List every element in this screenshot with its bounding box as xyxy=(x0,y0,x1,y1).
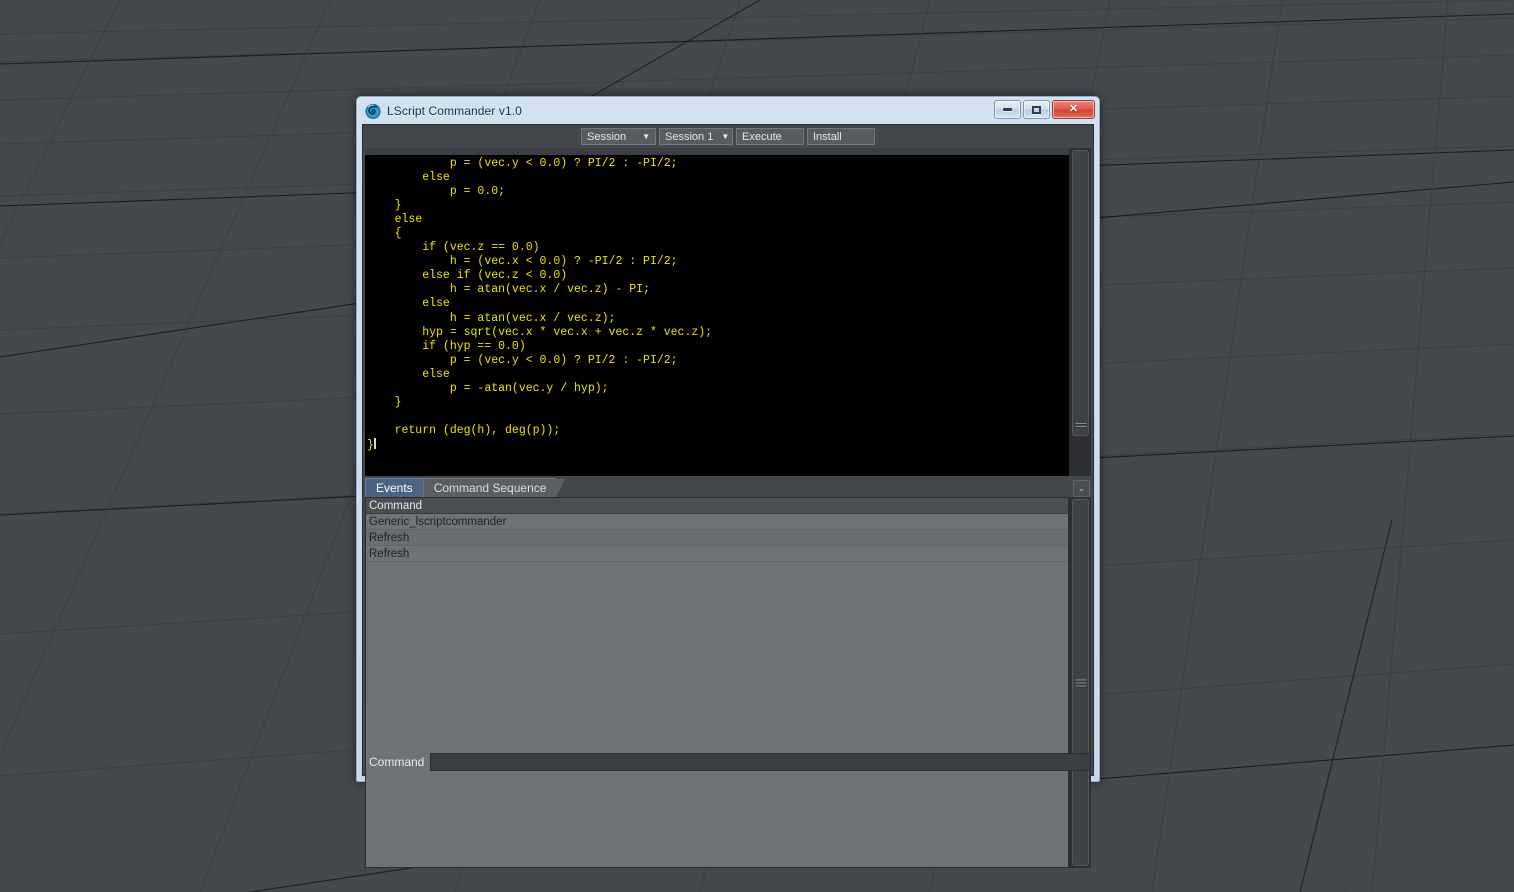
script-source-text[interactable]: p = (vec.y < 0.0) ? PI/2 : -PI/2; else p… xyxy=(365,155,1069,453)
minimize-icon xyxy=(995,101,1020,118)
cell-command: Refresh xyxy=(369,531,410,544)
tab-strip: Events Command Sequence ⌄ xyxy=(365,477,1091,497)
table-row[interactable]: Generic_lscriptcommander xyxy=(366,514,1068,530)
column-header-command: Command xyxy=(369,499,423,512)
script-editor[interactable]: p = (vec.y < 0.0) ? PI/2 : -PI/2; else p… xyxy=(365,148,1069,476)
event-list-scrollbar-track[interactable] xyxy=(1072,499,1089,866)
install-button-label: Install xyxy=(813,130,842,143)
command-bar: Command xyxy=(365,751,1091,773)
session-number-dropdown-value: Session 1 xyxy=(665,130,714,143)
tab-strip-edge xyxy=(556,479,566,497)
session-number-dropdown[interactable]: Session 1 ▼ xyxy=(659,128,733,145)
command-input[interactable] xyxy=(430,753,1091,771)
editor-vertical-scrollbar[interactable] xyxy=(1069,148,1091,476)
event-list-header[interactable]: Command xyxy=(366,498,1068,514)
text-caret xyxy=(373,437,376,449)
scrollbar-grip-icon xyxy=(1075,677,1086,688)
chevron-down-icon: ▼ xyxy=(721,131,730,141)
tab-command-sequence-label: Command Sequence xyxy=(433,481,547,495)
maximize-icon xyxy=(1024,101,1049,118)
scrollbar-grip-icon xyxy=(1075,421,1086,429)
tab-events[interactable]: Events xyxy=(365,478,423,497)
toolbar: Session ▼ Session 1 ▼ Execute Install xyxy=(363,125,1093,148)
execute-button-label: Execute xyxy=(742,130,782,143)
event-list[interactable]: Command Generic_lscriptcommander Refresh… xyxy=(365,497,1069,868)
command-input-label: Command xyxy=(369,755,425,769)
event-list-region: Command Generic_lscriptcommander Refresh… xyxy=(365,497,1091,868)
chevron-down-icon: ▼ xyxy=(642,131,650,141)
lscript-app-icon xyxy=(365,103,381,119)
tab-events-label: Events xyxy=(376,481,413,495)
editor-scrollbar-thumb[interactable] xyxy=(1072,150,1089,436)
table-row[interactable]: Refresh xyxy=(366,546,1068,562)
minimize-button[interactable] xyxy=(994,100,1021,119)
window-client-area: Session ▼ Session 1 ▼ Execute Install p … xyxy=(362,124,1094,868)
lscript-commander-window[interactable]: LScript Commander v1.0 ✕ Session ▼ Sessi… xyxy=(356,96,1100,868)
editor-scrollbar-track[interactable] xyxy=(1072,150,1089,474)
tab-command-sequence[interactable]: Command Sequence xyxy=(422,478,557,497)
script-editor-region: p = (vec.y < 0.0) ? PI/2 : -PI/2; else p… xyxy=(365,148,1091,476)
install-button[interactable]: Install xyxy=(807,128,875,145)
tab-overflow-chevron-down-icon[interactable]: ⌄ xyxy=(1073,480,1090,497)
maximize-button[interactable] xyxy=(1023,100,1050,119)
close-button[interactable]: ✕ xyxy=(1052,100,1095,119)
close-icon: ✕ xyxy=(1068,103,1079,115)
session-dropdown[interactable]: Session ▼ xyxy=(581,128,656,145)
window-controls[interactable]: ✕ xyxy=(994,100,1095,119)
execute-button[interactable]: Execute xyxy=(736,128,804,145)
event-list-scrollbar-thumb[interactable] xyxy=(1072,499,1089,866)
table-row[interactable]: Refresh xyxy=(366,530,1068,546)
window-title: LScript Commander v1.0 xyxy=(387,103,522,118)
session-dropdown-value: Session xyxy=(587,130,627,143)
cell-command: Refresh xyxy=(369,547,410,560)
event-list-vertical-scrollbar[interactable] xyxy=(1069,497,1091,868)
window-titlebar[interactable]: LScript Commander v1.0 ✕ xyxy=(357,97,1099,124)
cell-command: Generic_lscriptcommander xyxy=(369,515,507,528)
